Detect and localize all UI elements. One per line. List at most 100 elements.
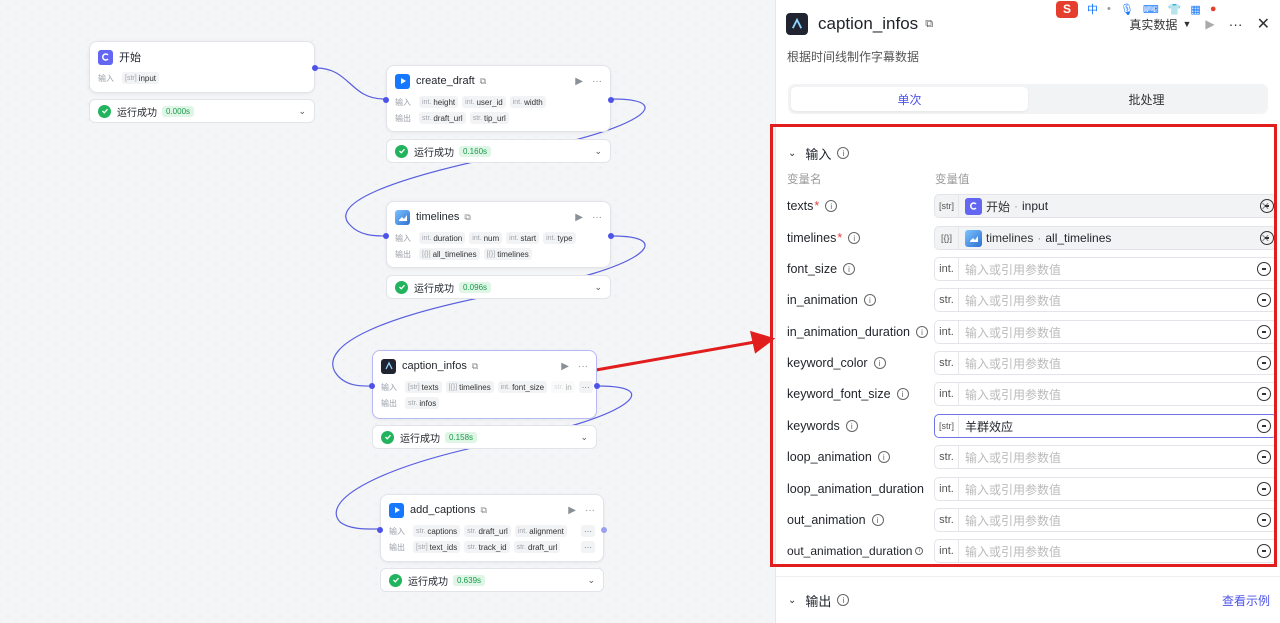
info-icon[interactable]: i — [825, 200, 838, 212]
ime-language[interactable]: 中 — [1087, 1, 1098, 17]
output-port[interactable] — [608, 97, 614, 103]
keyword-font-size-input[interactable]: int. 输入或引用参数值 — [934, 382, 1277, 406]
input-label: 输入 — [395, 97, 411, 107]
keywords-input[interactable]: [str] 羊群效应 — [934, 414, 1277, 438]
node-caption-infos-status[interactable]: 运行成功 0.158s ⌄ — [372, 425, 597, 449]
run-icon[interactable]: ▶ — [561, 361, 569, 372]
info-icon[interactable]: i — [843, 263, 856, 275]
chevron-down-icon[interactable]: ⌄ — [587, 575, 595, 586]
plugin-play-icon — [389, 502, 404, 518]
more-params-chip[interactable]: ··· — [578, 381, 593, 393]
input-port[interactable] — [369, 383, 375, 389]
info-icon[interactable]: i — [837, 147, 850, 159]
chevron-down-icon[interactable]: ⌄ — [594, 146, 602, 157]
chevron-down-icon: ⌄ — [788, 147, 797, 159]
out-animation-duration-input[interactable]: int. 输入或引用参数值 — [934, 539, 1277, 563]
output-port[interactable] — [312, 65, 318, 71]
system-tray: S 中 • 🎙 ⌨ 👕 ▦ ● — [1052, 0, 1280, 18]
chevron-down-icon[interactable]: ⌄ — [580, 432, 588, 443]
output-port[interactable] — [601, 527, 607, 533]
info-icon[interactable]: i — [896, 388, 909, 400]
ref-toggle-icon[interactable] — [1257, 356, 1271, 370]
texts-ref-field[interactable]: [str] 开始 · input ✕ — [934, 194, 1277, 218]
output-section-header[interactable]: ⌄ 输出 i 查看示例 — [776, 590, 1280, 610]
more-params-chip[interactable]: ··· — [581, 525, 595, 537]
chevron-down-icon[interactable]: ⌄ — [298, 106, 306, 117]
info-icon[interactable]: i — [915, 547, 924, 555]
ref-toggle-icon[interactable] — [1257, 482, 1271, 496]
input-chip: int. type — [543, 232, 576, 244]
info-icon[interactable]: i — [877, 451, 890, 463]
node-add-captions-status[interactable]: 运行成功 0.639s ⌄ — [380, 568, 604, 592]
run-icon[interactable]: ▶ — [1205, 17, 1214, 31]
more-icon[interactable]: ··· — [1229, 16, 1243, 32]
output-port[interactable] — [594, 383, 600, 389]
keyword-color-input[interactable]: str. 输入或引用参数值 — [934, 351, 1277, 375]
info-icon[interactable]: i — [871, 514, 884, 526]
loop-animation-input[interactable]: str. 输入或引用参数值 — [934, 445, 1277, 469]
view-example-link[interactable]: 查看示例 — [1222, 592, 1270, 609]
output-port[interactable] — [608, 233, 614, 239]
run-icon[interactable]: ▶ — [568, 505, 576, 516]
font-size-input[interactable]: int. 输入或引用参数值 — [934, 257, 1277, 281]
info-icon[interactable]: i — [863, 294, 876, 306]
version-icon: ⧉ — [925, 17, 934, 30]
input-port[interactable] — [377, 527, 383, 533]
info-icon[interactable]: i — [916, 326, 929, 338]
skin-icon[interactable]: 👕 — [1168, 3, 1182, 16]
type-badge: int. — [935, 478, 959, 500]
param-row-in-animation: in_animation i str. 输入或引用参数值 — [776, 288, 1280, 312]
version-icon: ⧉ — [479, 75, 487, 86]
mascot-icon[interactable]: ● — [1210, 3, 1217, 15]
ref-toggle-icon[interactable] — [1257, 544, 1271, 558]
ref-toggle-icon[interactable] — [1257, 387, 1271, 401]
node-add-captions[interactable]: add_captions ⧉ ▶ ··· 输入 str. captions str.… — [377, 494, 607, 562]
more-icon[interactable]: ··· — [578, 361, 588, 372]
ref-toggle-icon[interactable] — [1257, 262, 1271, 276]
input-port[interactable] — [383, 233, 389, 239]
out-animation-input[interactable]: str. 输入或引用参数值 — [934, 508, 1277, 532]
node-timelines[interactable]: timelines ⧉ ▶ ··· 输入 int. duration int. num… — [383, 201, 614, 268]
tab-single[interactable]: 单次 — [791, 87, 1028, 111]
info-icon[interactable]: i — [837, 594, 850, 606]
loop-animation-duration-input[interactable]: int. 输入或引用参数值 — [934, 477, 1277, 501]
apps-grid-icon[interactable]: ▦ — [1190, 3, 1200, 16]
param-row-font-size: font_size i int. 输入或引用参数值 — [776, 257, 1280, 281]
microphone-icon[interactable]: 🎙 — [1120, 3, 1134, 16]
input-chip: int. user_id — [462, 96, 506, 108]
node-timelines-status[interactable]: 运行成功 0.096s ⌄ — [386, 275, 611, 299]
node-caption-infos[interactable]: caption_infos ⧉ ▶ ··· 输入 [str] texts [{}] t… — [369, 350, 600, 419]
ref-toggle-icon[interactable] — [1257, 293, 1271, 307]
node-start[interactable]: 开始 输入 [str] input — [89, 41, 318, 93]
info-icon[interactable]: i — [873, 357, 886, 369]
ref-toggle-icon[interactable] — [1257, 325, 1271, 339]
type-badge: int. — [935, 321, 959, 343]
run-icon[interactable]: ▶ — [575, 76, 583, 87]
in-animation-input[interactable]: str. 输入或引用参数值 — [934, 288, 1277, 312]
node-create-draft[interactable]: create_draft ⧉ ▶ ··· 输入 int. height int. us… — [383, 65, 614, 132]
chevron-down-icon[interactable]: ⌄ — [594, 282, 602, 293]
more-params-chip[interactable]: ··· — [581, 541, 595, 553]
more-icon[interactable]: ··· — [585, 505, 595, 516]
info-icon[interactable]: i — [845, 420, 858, 432]
more-icon[interactable]: ··· — [592, 212, 602, 223]
info-icon[interactable]: i — [848, 232, 861, 244]
timelines-ref-field[interactable]: [{}] timelines · all_timelines ✕ — [934, 226, 1277, 250]
node-start-status[interactable]: 运行成功 0.000s ⌄ — [89, 99, 315, 123]
node-create-draft-status[interactable]: 运行成功 0.160s ⌄ — [386, 139, 611, 163]
ime-logo-icon[interactable]: S — [1056, 0, 1078, 18]
more-icon[interactable]: ··· — [592, 76, 602, 87]
input-section-header[interactable]: ⌄ 输入 i — [776, 143, 1280, 163]
tab-batch[interactable]: 批处理 — [1028, 87, 1265, 111]
input-port[interactable] — [383, 97, 389, 103]
ref-toggle-icon[interactable] — [1257, 419, 1271, 433]
workflow-canvas[interactable]: 开始 输入 [str] input 运行成功 0.000s ⌄ create_dr… — [0, 0, 775, 623]
ref-toggle-icon[interactable] — [1257, 513, 1271, 527]
data-mode-select[interactable]: 真实数据 ▼ — [1129, 16, 1191, 33]
ref-toggle-icon[interactable] — [1260, 199, 1274, 213]
ref-toggle-icon[interactable] — [1257, 450, 1271, 464]
run-icon[interactable]: ▶ — [575, 212, 583, 223]
in-animation-duration-input[interactable]: int. 输入或引用参数值 — [934, 320, 1277, 344]
ref-toggle-icon[interactable] — [1260, 231, 1274, 245]
keyboard-icon[interactable]: ⌨ — [1143, 3, 1159, 16]
